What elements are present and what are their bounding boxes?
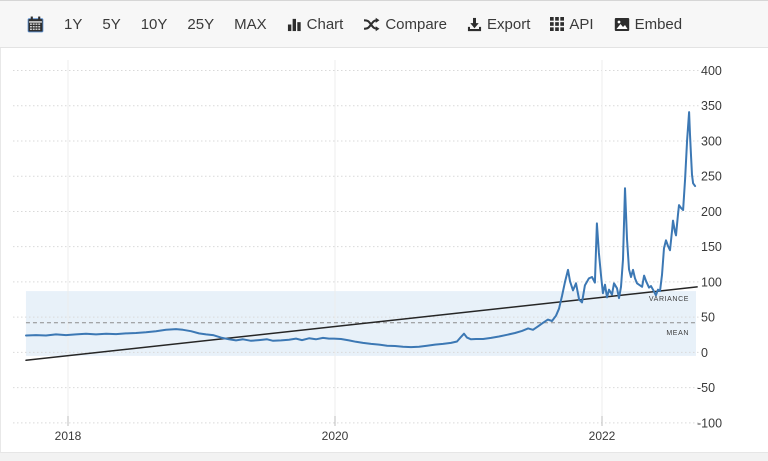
toolbar-button-compare[interactable]: Compare	[353, 1, 457, 47]
download-icon	[467, 17, 482, 32]
price-chart[interactable]: 400 350 300 250 200 150 100 50 0 -50 -100 2018 2020 2…	[1, 48, 768, 453]
x-axis-label: 2020	[322, 429, 349, 443]
y-axis-label: 200	[701, 205, 722, 219]
toolbar-button-api[interactable]: API	[540, 1, 603, 47]
toolbar-button-compare-label: Compare	[385, 16, 447, 33]
toolbar-button-25y[interactable]: 25Y	[177, 1, 224, 47]
toolbar-button-25y-label: 25Y	[187, 16, 214, 33]
x-axis-label: 2018	[55, 429, 82, 443]
variance-label: VARIANCE	[649, 296, 689, 303]
y-axis-label: 100	[701, 275, 722, 289]
toolbar-button-export-label: Export	[487, 16, 530, 33]
y-axis-label: 150	[701, 240, 722, 254]
grid-icon	[550, 17, 564, 31]
toolbar-button-embed[interactable]: Embed	[604, 1, 693, 47]
y-axis-label: -100	[697, 416, 722, 430]
y-axis-label: -50	[697, 381, 715, 395]
y-axis-label: 0	[701, 346, 708, 360]
y-axis-label: 250	[701, 170, 722, 184]
toolbar-button-max-label: MAX	[234, 16, 267, 33]
toolbar-button-10y-label: 10Y	[141, 16, 168, 33]
toolbar-button-chart[interactable]: Chart	[277, 1, 354, 47]
toolbar-button-api-label: API	[569, 16, 593, 33]
toolbar-button-10y[interactable]: 10Y	[131, 1, 178, 47]
y-axis-label: 300	[701, 134, 722, 148]
y-axis-label: 50	[701, 311, 715, 325]
mean-label: MEAN	[666, 330, 689, 337]
x-axis-label: 2022	[589, 429, 616, 443]
toolbar-button-1y[interactable]: 1Y	[54, 1, 92, 47]
bar-chart-icon	[287, 17, 302, 32]
toolbar-button-1y-label: 1Y	[64, 16, 82, 33]
calendar-icon	[27, 16, 44, 33]
calendar-button[interactable]	[17, 1, 54, 47]
image-icon	[614, 17, 630, 32]
toolbar-button-embed-label: Embed	[635, 16, 683, 33]
toolbar-button-chart-label: Chart	[307, 16, 344, 33]
y-axis-label: 400	[701, 64, 722, 78]
toolbar-button-export[interactable]: Export	[457, 1, 540, 47]
toolbar-button-5y[interactable]: 5Y	[92, 1, 130, 47]
toolbar-button-5y-label: 5Y	[102, 16, 120, 33]
chart-container: 400 350 300 250 200 150 100 50 0 -50 -100 2018 2020 2…	[0, 48, 768, 453]
toolbar-button-max[interactable]: MAX	[224, 1, 277, 47]
toolbar: 1Y 5Y 10Y 25Y MAX Chart	[0, 0, 768, 48]
shuffle-icon	[363, 17, 380, 32]
y-axis-label: 350	[701, 99, 722, 113]
chart-widget: 1Y 5Y 10Y 25Y MAX Chart	[0, 0, 768, 461]
